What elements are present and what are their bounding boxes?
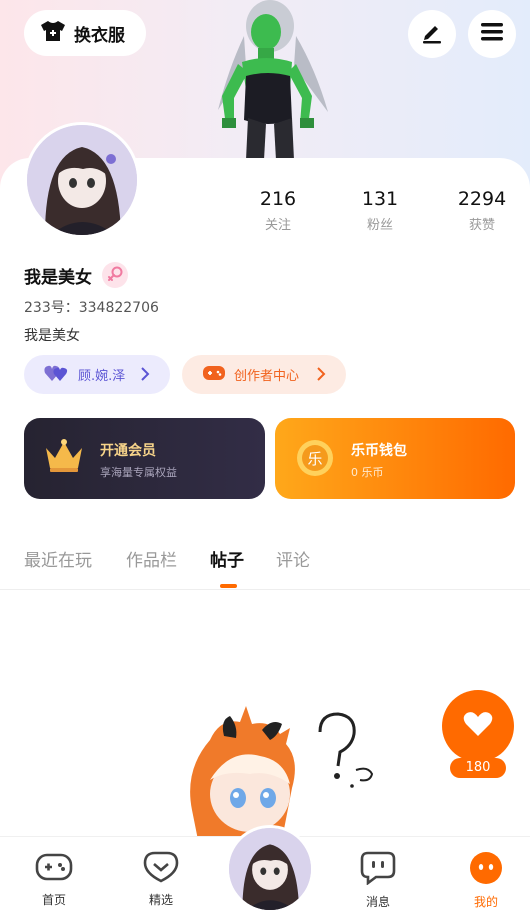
gamepad-icon [35, 853, 73, 887]
user-id: 233号：334822706 [24, 300, 159, 316]
vip-subtitle: 享海量专属权益 [100, 466, 177, 479]
bottom-navigation: 首页 精选 消息 我的 [0, 825, 530, 922]
heart-bubble-icon [143, 851, 179, 887]
vip-title: 开通会员 [100, 443, 156, 459]
creator-center-label: 创作者中心 [234, 369, 300, 384]
name-row: 我是美女 [24, 262, 128, 288]
fan-group-pill[interactable]: 顾.婉.泽 [24, 355, 170, 394]
hamburger-icon [480, 21, 504, 47]
nav-featured[interactable]: 精选 [131, 851, 191, 908]
wallet-balance: 0 乐币 [351, 466, 384, 479]
followers-count: 131 [361, 188, 399, 210]
change-outfit-button[interactable]: 换衣服 [24, 10, 146, 56]
tab-recently-played[interactable]: 最近在玩 [24, 546, 92, 571]
nav-messages-label: 消息 [365, 895, 390, 909]
fan-group-label: 顾.婉.泽 [78, 369, 126, 384]
nav-home-label: 首页 [41, 893, 66, 907]
stat-followers[interactable]: 131 粉丝 [340, 188, 420, 233]
coin-wallet-card[interactable]: 乐 乐币钱包 0 乐币 [275, 418, 515, 499]
nav-me[interactable]: 我的 [456, 851, 516, 910]
me-icon [469, 852, 503, 889]
wallet-title: 乐币钱包 [351, 443, 407, 459]
heart-icon [463, 711, 493, 741]
coin-glyph: 乐 [307, 450, 322, 468]
stat-following[interactable]: 216 关注 [238, 188, 318, 233]
change-outfit-label: 换衣服 [74, 25, 125, 46]
following-label: 关注 [264, 218, 291, 233]
like-button[interactable] [442, 690, 514, 762]
likes-label: 获赞 [468, 218, 495, 233]
creator-center-pill[interactable]: 创作者中心 [182, 355, 346, 394]
vip-membership-card[interactable]: 开通会员 享海量专属权益 [24, 418, 265, 499]
nav-center-avatar[interactable] [226, 825, 314, 913]
content-tabs: 最近在玩 作品栏 帖子 评论 [0, 540, 530, 590]
username: 我是美女 [24, 267, 92, 288]
nav-featured-label: 精选 [148, 893, 173, 907]
tshirt-icon [40, 19, 66, 48]
nav-home[interactable]: 首页 [24, 851, 84, 908]
crown-icon [44, 438, 84, 478]
menu-button[interactable] [468, 10, 516, 58]
followers-label: 粉丝 [366, 218, 393, 233]
active-tab-indicator [220, 584, 237, 588]
double-heart-icon [44, 363, 70, 387]
coin-icon: 乐 [295, 438, 335, 482]
chevron-right-icon [316, 367, 326, 385]
nav-me-label: 我的 [473, 895, 498, 909]
female-gender-icon [102, 262, 128, 288]
tab-works[interactable]: 作品栏 [126, 546, 177, 571]
tab-comments[interactable]: 评论 [276, 546, 310, 571]
like-count: 180 [450, 758, 506, 778]
stat-likes[interactable]: 2294 获赞 [442, 188, 522, 233]
user-bio: 我是美女 [24, 328, 80, 344]
tab-posts[interactable]: 帖子 [210, 546, 244, 571]
profile-stats: 216 关注 131 粉丝 2294 获赞 [0, 188, 530, 233]
nav-messages[interactable]: 消息 [348, 851, 408, 910]
following-count: 216 [259, 188, 297, 210]
chevron-right-icon [140, 367, 150, 385]
likes-count: 2294 [457, 188, 507, 210]
edit-profile-button[interactable] [408, 10, 456, 58]
message-icon [360, 851, 396, 889]
gamepad-icon [202, 364, 226, 386]
avatar-3d-character[interactable] [208, 0, 334, 160]
pen-icon [420, 20, 444, 48]
